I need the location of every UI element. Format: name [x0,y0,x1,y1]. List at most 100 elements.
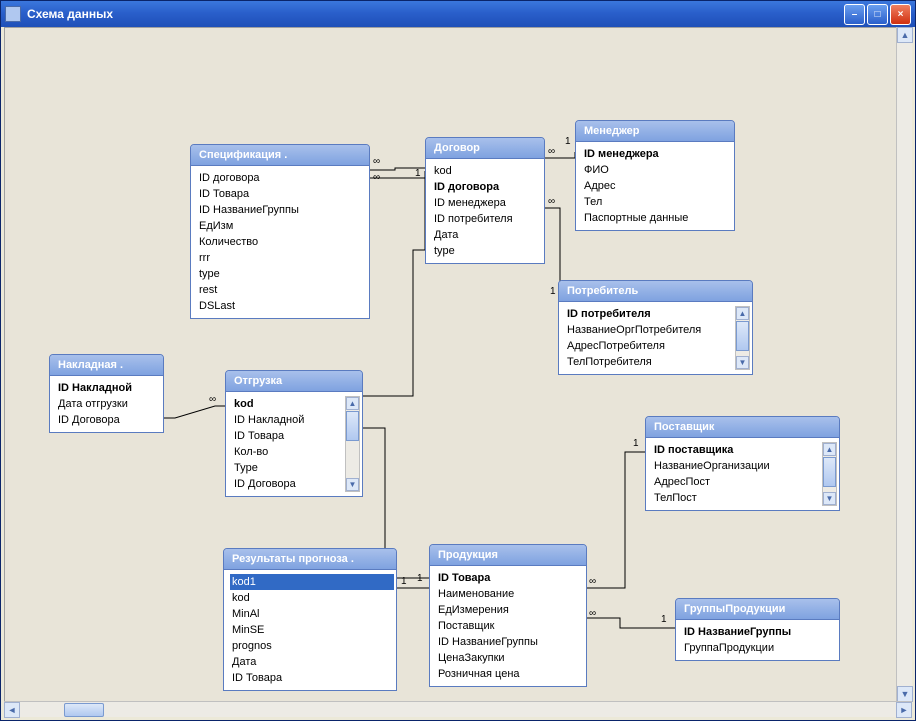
table-header[interactable]: Накладная . [50,355,163,376]
field-selected[interactable]: kod1 [230,574,394,590]
table-header[interactable]: Поставщик [646,417,839,438]
table-header[interactable]: Отгрузка [226,371,362,392]
field[interactable]: ID Товара [232,428,342,444]
field[interactable]: Тел [582,194,732,210]
vertical-scrollbar[interactable]: ▲ ▼ [896,27,912,702]
field[interactable]: НазваниеОргПотребителя [565,322,732,338]
field[interactable]: prognos [230,638,394,654]
field[interactable]: type [197,266,367,282]
field[interactable]: rrr [197,250,367,266]
field[interactable]: АдресПотребителя [565,338,732,354]
scroll-down-icon[interactable]: ▼ [736,356,749,369]
table-otgruz[interactable]: Отгрузка kod ID Накладной ID Товара Кол-… [225,370,363,497]
field-pk[interactable]: ID менеджера [582,146,732,162]
relationships-window: Схема данных – □ × [0,0,916,721]
field[interactable]: Дата [432,227,542,243]
scroll-right-icon[interactable]: ► [896,702,912,718]
close-button[interactable]: × [890,4,911,25]
field[interactable]: Дата отгрузки [56,396,161,412]
field[interactable]: ID менеджера [432,195,542,211]
field[interactable]: DSLast [197,298,367,314]
cardinality-many: ∞ [589,608,596,619]
field[interactable]: ID Накладной [232,412,342,428]
table-header[interactable]: ГруппыПродукции [676,599,839,620]
field[interactable]: type [432,243,542,259]
field[interactable]: ID НазваниеГруппы [436,634,584,650]
table-manager[interactable]: Менеджер ID менеджера ФИО Адрес Тел Пасп… [575,120,735,231]
field[interactable]: ТелПотребителя [565,354,732,370]
scroll-up-icon[interactable]: ▲ [736,307,749,320]
field-pk[interactable]: ID договора [432,179,542,195]
cardinality-one: 1 [633,438,639,449]
table-naklad[interactable]: Накладная . ID Накладной Дата отгрузки I… [49,354,164,433]
table-group[interactable]: ГруппыПродукции ID НазваниеГруппы Группа… [675,598,840,661]
field[interactable]: MinSE [230,622,394,638]
field-pk[interactable]: kod [232,396,342,412]
scroll-thumb[interactable] [736,321,749,351]
scroll-up-icon[interactable]: ▲ [897,27,913,43]
field[interactable]: ГруппаПродукции [682,640,837,656]
field[interactable]: Розничная цена [436,666,584,682]
scroll-down-icon[interactable]: ▼ [346,478,359,491]
field[interactable]: ID договора [197,170,367,186]
field[interactable]: Дата [230,654,394,670]
field[interactable]: kod [230,590,394,606]
field[interactable]: ID потребителя [432,211,542,227]
titlebar[interactable]: Схема данных – □ × [1,1,915,27]
table-potreb[interactable]: Потребитель ID потребителя НазваниеОргПо… [558,280,753,375]
field[interactable]: rest [197,282,367,298]
field[interactable]: АдресПост [652,474,819,490]
scroll-up-icon[interactable]: ▲ [823,443,836,456]
field[interactable]: Адрес [582,178,732,194]
field-pk[interactable]: ID Товара [436,570,584,586]
table-scrollbar[interactable]: ▲ ▼ [822,442,837,506]
field[interactable]: ЦенаЗакупки [436,650,584,666]
table-header[interactable]: Договор [426,138,544,159]
field[interactable]: ЕдИзм [197,218,367,234]
scroll-up-icon[interactable]: ▲ [346,397,359,410]
field[interactable]: ID Товара [230,670,394,686]
field[interactable]: ID Договора [232,476,342,492]
field[interactable]: MinAl [230,606,394,622]
field-pk[interactable]: ID потребителя [565,306,732,322]
field[interactable]: ФИО [582,162,732,178]
field[interactable]: ТелПост [652,490,819,506]
scroll-thumb[interactable] [64,703,104,717]
field[interactable]: Кол-во [232,444,342,460]
scroll-down-icon[interactable]: ▼ [897,686,913,702]
table-scrollbar[interactable]: ▲ ▼ [345,396,360,492]
field[interactable]: ID НазваниеГруппы [197,202,367,218]
field-pk[interactable]: ID НазваниеГруппы [682,624,837,640]
diagram-canvas[interactable]: ∞ ∞ 1 ∞ 1 ∞ 1 1 ∞ 1 1 ∞ 1 ∞ 1 Спецификац… [4,27,912,702]
scroll-thumb[interactable] [346,411,359,441]
horizontal-scrollbar[interactable]: ◄ ► [4,701,912,717]
table-header[interactable]: Результаты прогноза . [224,549,396,570]
table-header[interactable]: Потребитель [559,281,752,302]
field-pk[interactable]: ID поставщика [652,442,819,458]
table-dogovor[interactable]: Договор kod ID договора ID менеджера ID … [425,137,545,264]
table-header[interactable]: Продукция [430,545,586,566]
field[interactable]: ID Договора [56,412,161,428]
scroll-thumb[interactable] [823,457,836,487]
field[interactable]: ID Товара [197,186,367,202]
minimize-button[interactable]: – [844,4,865,25]
field[interactable]: Наименование [436,586,584,602]
maximize-button[interactable]: □ [867,4,888,25]
field[interactable]: Паспортные данные [582,210,732,226]
field[interactable]: НазваниеОрганизации [652,458,819,474]
table-rezult[interactable]: Результаты прогноза . kod1 kod MinAl Min… [223,548,397,691]
scroll-down-icon[interactable]: ▼ [823,492,836,505]
table-header[interactable]: Менеджер [576,121,734,142]
scroll-left-icon[interactable]: ◄ [4,702,20,718]
field-pk[interactable]: ID Накладной [56,380,161,396]
table-postav[interactable]: Поставщик ID поставщика НазваниеОрганиза… [645,416,840,511]
field[interactable]: Поставщик [436,618,584,634]
field[interactable]: Количество [197,234,367,250]
table-header[interactable]: Спецификация . [191,145,369,166]
table-product[interactable]: Продукция ID Товара Наименование ЕдИзмер… [429,544,587,687]
field[interactable]: ЕдИзмерения [436,602,584,618]
table-scrollbar[interactable]: ▲ ▼ [735,306,750,370]
field[interactable]: Type [232,460,342,476]
table-spec[interactable]: Спецификация . ID договора ID Товара ID … [190,144,370,319]
field[interactable]: kod [432,163,542,179]
